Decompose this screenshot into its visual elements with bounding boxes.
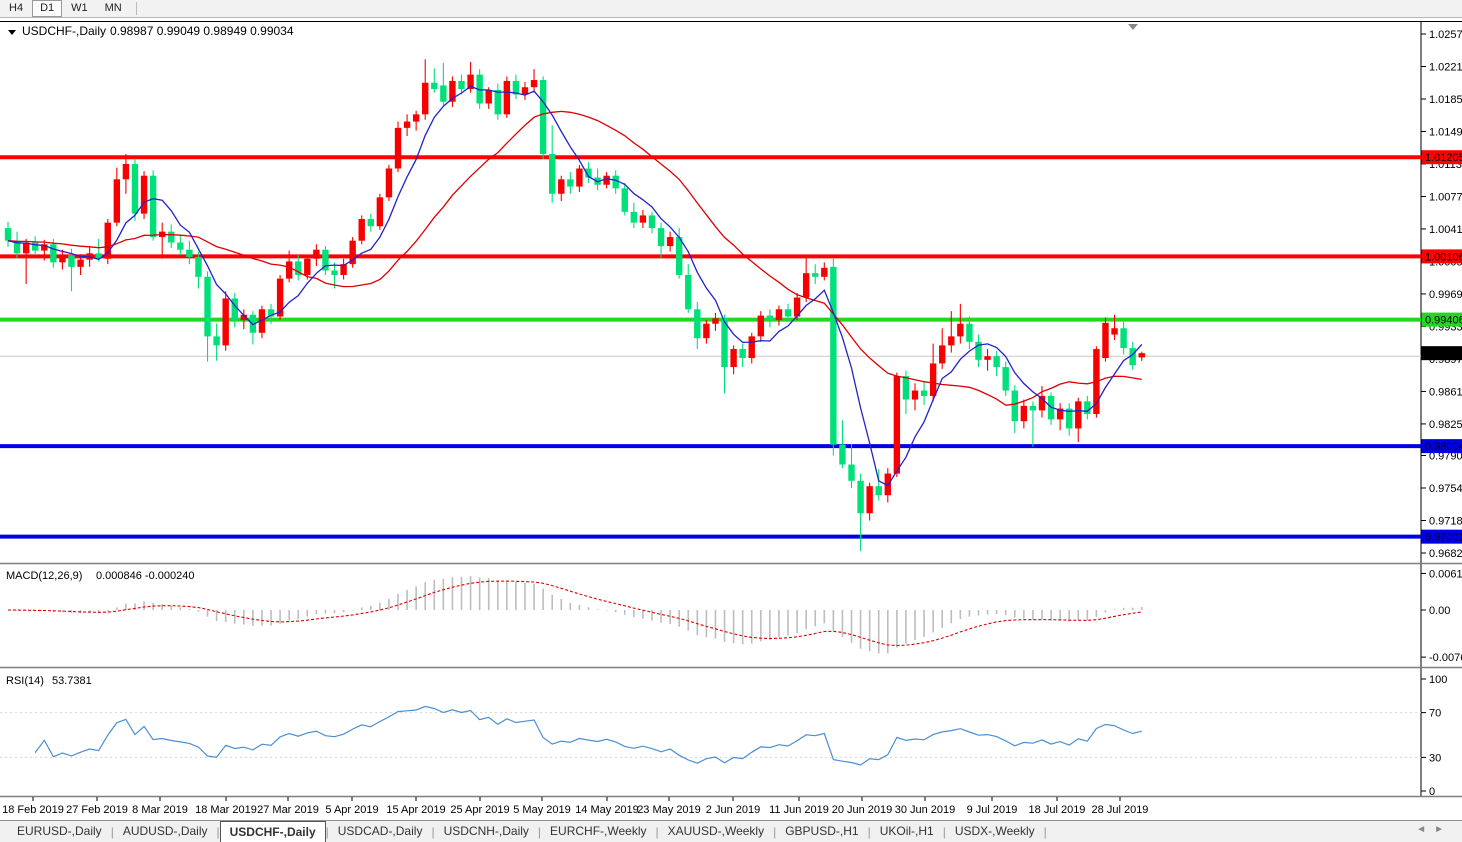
svg-text:0.00613: 0.00613 <box>1429 568 1462 580</box>
tab-scroll-left-icon[interactable]: ◄ <box>1416 824 1434 835</box>
svg-text:15 Apr 2019: 15 Apr 2019 <box>386 804 445 816</box>
macd-values: 0.000846 -0.000240 <box>96 570 194 582</box>
svg-text:1.01850: 1.01850 <box>1429 94 1462 106</box>
rsi-indicator-pane <box>0 706 1421 765</box>
svg-text:-0.007612: -0.007612 <box>1429 652 1462 664</box>
svg-text:9 Jul 2019: 9 Jul 2019 <box>967 804 1018 816</box>
svg-text:18 Jul 2019: 18 Jul 2019 <box>1029 804 1086 816</box>
svg-text:20 Jun 2019: 20 Jun 2019 <box>832 804 893 816</box>
svg-text:14 May 2019: 14 May 2019 <box>575 804 639 816</box>
svg-text:5 May 2019: 5 May 2019 <box>513 804 570 816</box>
svg-text:30 Jun 2019: 30 Jun 2019 <box>895 804 956 816</box>
svg-text:25 Apr 2019: 25 Apr 2019 <box>450 804 509 816</box>
timeframe-button-d1[interactable]: D1 <box>32 0 62 17</box>
svg-text:18 Mar 2019: 18 Mar 2019 <box>195 804 257 816</box>
tab-eurusd-daily[interactable]: EURUSD-,Daily <box>8 821 111 842</box>
symbol-dropdown-icon[interactable] <box>8 30 16 35</box>
pane-frame <box>0 22 1462 797</box>
tab-eurchf-weekly[interactable]: EURCHF-,Weekly <box>541 821 655 842</box>
tab-ukoil-h1[interactable]: UKOil-,H1 <box>871 821 943 842</box>
svg-text:0: 0 <box>1429 786 1435 798</box>
chart-symbol-title: USDCHF-,Daily <box>22 24 106 38</box>
tab-xauusd-weekly[interactable]: XAUUSD-,Weekly <box>659 821 773 842</box>
svg-text:1.02570: 1.02570 <box>1429 29 1462 41</box>
svg-text:1.00410: 1.00410 <box>1429 224 1462 236</box>
horizontal-level-lines <box>0 157 1421 536</box>
svg-text:0.98004: 0.98004 <box>1425 441 1462 453</box>
svg-text:23 May 2019: 23 May 2019 <box>637 804 701 816</box>
svg-text:1.01205: 1.01205 <box>1425 152 1462 164</box>
svg-text:1.00770: 1.00770 <box>1429 191 1462 203</box>
tab-separator: | <box>1044 825 1047 839</box>
tab-usdx-weekly[interactable]: USDX-,Weekly <box>946 821 1044 842</box>
tab-audusd-daily[interactable]: AUDUSD-,Daily <box>114 821 217 842</box>
svg-text:0.98250: 0.98250 <box>1429 419 1462 431</box>
svg-text:0.99034: 0.99034 <box>1425 348 1462 360</box>
svg-text:11 Jun 2019: 11 Jun 2019 <box>769 804 829 816</box>
chart-canvas[interactable]: 1.025701.022101.018501.014901.011301.007… <box>0 18 1462 820</box>
timeframe-button-w1[interactable]: W1 <box>63 0 96 17</box>
tab-usdcad-daily[interactable]: USDCAD-,Daily <box>329 821 432 842</box>
timeframe-toolbar: H4D1W1MN <box>0 0 1462 18</box>
tab-scroll-right-icon[interactable]: ► <box>1434 824 1452 835</box>
svg-text:0.00: 0.00 <box>1429 605 1450 617</box>
svg-text:1.01490: 1.01490 <box>1429 126 1462 138</box>
moving-average-lines <box>8 86 1142 485</box>
rsi-label: RSI(14) <box>6 675 44 687</box>
timeframe-button-mn[interactable]: MN <box>97 0 130 17</box>
svg-text:0.96820: 0.96820 <box>1429 548 1462 560</box>
candlestick-series <box>5 59 1145 551</box>
rsi-value: 53.7381 <box>52 675 92 687</box>
svg-text:8 Mar 2019: 8 Mar 2019 <box>132 804 188 816</box>
macd-label: MACD(12,26,9) <box>6 570 82 582</box>
svg-text:1.00106: 1.00106 <box>1425 251 1462 263</box>
toolbar-divider <box>136 2 137 15</box>
svg-text:28 Jul 2019: 28 Jul 2019 <box>1092 804 1149 816</box>
svg-text:100: 100 <box>1429 674 1447 686</box>
tab-usdcnh-daily[interactable]: USDCNH-,Daily <box>435 821 538 842</box>
svg-text:18 Feb 2019: 18 Feb 2019 <box>2 804 64 816</box>
timeframe-button-h4[interactable]: H4 <box>1 0 31 17</box>
svg-text:5 Apr 2019: 5 Apr 2019 <box>325 804 378 816</box>
svg-text:1.02210: 1.02210 <box>1429 61 1462 73</box>
chart-tab-bar: EURUSD-,Daily|AUDUSD-,Daily|USDCHF-,Dail… <box>0 820 1462 842</box>
tab-usdchf-daily[interactable]: USDCHF-,Daily <box>220 821 326 842</box>
svg-text:0.97001: 0.97001 <box>1425 532 1462 544</box>
chart-ohlc-values: 0.98987 0.99049 0.98949 0.99034 <box>110 24 294 38</box>
price-axis: 1.025701.022101.018501.014901.011301.007… <box>1421 29 1462 798</box>
svg-text:30: 30 <box>1429 752 1441 764</box>
mt4-window: H4D1W1MN 1.02570 1.02210 1.01850 1.01490 1.0… <box>0 0 1462 842</box>
svg-text:2 Jun 2019: 2 Jun 2019 <box>706 804 760 816</box>
svg-text:0.98610: 0.98610 <box>1429 386 1462 398</box>
svg-text:0.99406: 0.99406 <box>1425 315 1462 327</box>
svg-text:27 Feb 2019: 27 Feb 2019 <box>66 804 128 816</box>
date-axis: 18 Feb 201927 Feb 2019 8 Mar 2019 18 Mar 2… <box>2 797 1148 816</box>
chart-shift-marker-icon <box>1128 24 1138 30</box>
svg-text:27 Mar 2019: 27 Mar 2019 <box>257 804 319 816</box>
svg-text:0.99690: 0.99690 <box>1429 289 1462 301</box>
macd-indicator-pane <box>8 576 1142 653</box>
tab-gbpusd-h1[interactable]: GBPUSD-,H1 <box>776 821 867 842</box>
svg-text:70: 70 <box>1429 708 1441 720</box>
svg-text:0.97180: 0.97180 <box>1429 516 1462 528</box>
svg-text:0.97540: 0.97540 <box>1429 483 1462 495</box>
